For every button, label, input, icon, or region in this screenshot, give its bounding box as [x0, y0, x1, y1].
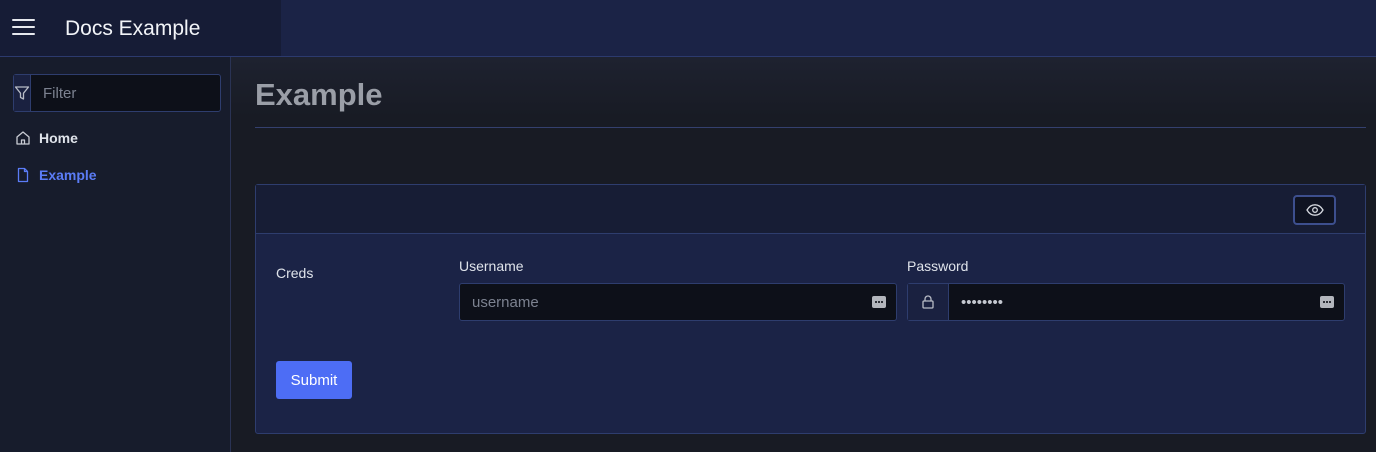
brand-area: Docs Example: [0, 0, 281, 56]
password-input[interactable]: [949, 284, 1320, 320]
sidebar-item-label: Home: [39, 130, 78, 146]
submit-button[interactable]: Submit: [276, 361, 352, 399]
username-input[interactable]: [460, 284, 872, 320]
eye-toggle-button[interactable]: [1293, 195, 1336, 225]
password-manager-key-icon[interactable]: [872, 296, 886, 308]
document-icon: [15, 167, 31, 183]
hamburger-menu-icon[interactable]: [12, 19, 35, 37]
password-manager-key-icon[interactable]: [1320, 296, 1334, 308]
username-field: [459, 283, 897, 321]
home-icon: [15, 130, 31, 146]
card-header: [256, 185, 1365, 234]
main-content: Example Creds Username Password: [231, 57, 1376, 452]
top-bar: Docs Example: [0, 0, 1376, 57]
username-label: Username: [459, 258, 524, 274]
app-title: Docs Example: [65, 17, 201, 40]
sidebar: Home Example: [0, 57, 242, 452]
page-title: Example: [255, 77, 383, 112]
sidebar-item-example[interactable]: Example: [15, 167, 97, 183]
eye-icon: [1305, 204, 1324, 216]
creds-group-label: Creds: [276, 265, 314, 281]
filter-funnel-icon: [14, 75, 31, 111]
filter-input[interactable]: [31, 75, 242, 111]
lock-icon: [908, 284, 949, 320]
title-divider: [255, 127, 1366, 128]
sidebar-item-label: Example: [39, 167, 97, 183]
filter-box: [13, 74, 242, 112]
form-card: Creds Username Password Submit: [255, 184, 1366, 434]
password-label: Password: [907, 258, 969, 274]
sidebar-item-home[interactable]: Home: [15, 130, 78, 146]
password-field: [907, 283, 1345, 321]
